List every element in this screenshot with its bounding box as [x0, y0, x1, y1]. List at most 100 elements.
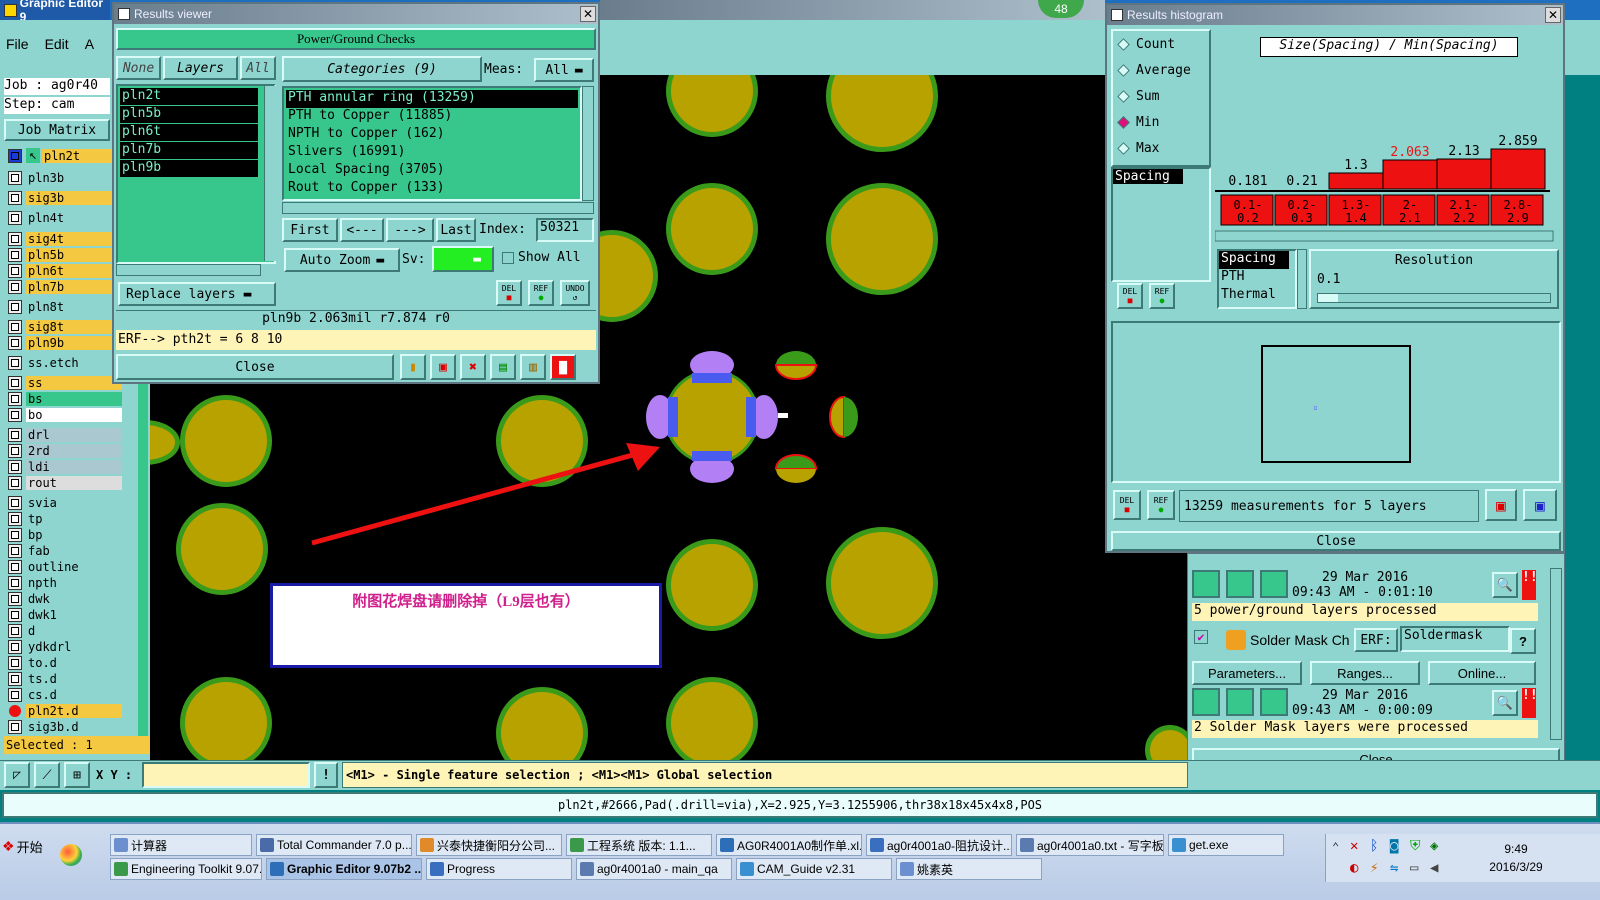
- histogram-list[interactable]: Spacing: [1111, 167, 1211, 282]
- layer-checkbox[interactable]: [8, 375, 22, 390]
- layers-button[interactable]: Layers: [163, 56, 238, 80]
- taskbar-item[interactable]: 姚素英: [896, 858, 1042, 880]
- layer-row[interactable]: dwk: [8, 591, 122, 606]
- prev-button[interactable]: <---: [340, 218, 384, 242]
- layer-row[interactable]: ss: [8, 375, 122, 390]
- app-tray-icon[interactable]: ◐: [1350, 860, 1358, 876]
- taskbar-item[interactable]: Progress: [426, 858, 572, 880]
- layer-checkbox[interactable]: [8, 687, 22, 702]
- layer-row[interactable]: ts.d: [8, 671, 122, 686]
- network-icon[interactable]: ◙: [1390, 838, 1398, 854]
- layer-checkbox[interactable]: [8, 170, 22, 185]
- bluetooth-icon[interactable]: ᛒ: [1370, 838, 1378, 854]
- layer-checkbox[interactable]: [8, 355, 22, 370]
- zoom-icon[interactable]: 🔍: [1492, 572, 1518, 598]
- layer-row[interactable]: pln4t: [8, 210, 122, 225]
- close-icon[interactable]: ✕: [580, 6, 596, 22]
- result-category-item[interactable]: PTH to Copper (11885): [286, 108, 578, 126]
- layer-row[interactable]: drl: [8, 427, 122, 442]
- result-layer-item[interactable]: pln2t: [120, 88, 258, 105]
- zoom-icon[interactable]: 🔍: [1492, 690, 1518, 716]
- layer-checkbox[interactable]: [8, 607, 22, 622]
- layer-checkbox[interactable]: [8, 407, 22, 422]
- categories-button[interactable]: Categories (9): [282, 56, 482, 82]
- layer-row[interactable]: pln3b: [8, 170, 122, 185]
- erf-button[interactable]: ERF:: [1354, 628, 1398, 652]
- first-button[interactable]: First: [282, 218, 338, 242]
- layer-row[interactable]: sig8t: [8, 319, 122, 334]
- layer-row[interactable]: pln8t: [8, 299, 122, 314]
- tray-expand-icon[interactable]: ⌃: [1332, 840, 1339, 854]
- layer-checkbox[interactable]: [8, 511, 22, 526]
- clock-time[interactable]: 9:49: [1486, 842, 1546, 856]
- layer-list-hscroll[interactable]: [116, 264, 261, 276]
- layer-row[interactable]: svia: [8, 495, 122, 510]
- del-button[interactable]: DEL ■: [496, 280, 522, 306]
- sv-color-dropdown[interactable]: ▬: [432, 246, 494, 272]
- tray-x-icon[interactable]: ✕: [1350, 838, 1358, 854]
- exclude-icon[interactable]: ✖: [460, 354, 486, 380]
- index-input[interactable]: 50321: [536, 218, 594, 242]
- aggregate-option[interactable]: Sum: [1113, 83, 1209, 109]
- shield-icon[interactable]: ⛨: [1410, 838, 1421, 854]
- taskbar-item[interactable]: 兴泰快捷衡阳分公司...: [416, 834, 562, 856]
- category-list-vscroll[interactable]: [582, 86, 594, 201]
- histogram-list-item[interactable]: Spacing: [1113, 169, 1183, 184]
- layer-row[interactable]: dwk1: [8, 607, 122, 622]
- menu-file[interactable]: File: [6, 36, 29, 58]
- online-button[interactable]: Online...: [1428, 661, 1536, 685]
- layer-checkbox[interactable]: [8, 495, 22, 510]
- taskbar-item[interactable]: Total Commander 7.0 p...: [256, 834, 412, 856]
- result-layer-item[interactable]: pln6t: [120, 124, 258, 141]
- results-viewer-titlebar[interactable]: Results viewer ✕: [114, 4, 598, 24]
- histogram-titlebar[interactable]: Results histogram ✕: [1107, 5, 1563, 25]
- taskbar-item[interactable]: Graphic Editor 9.07b2 ...: [266, 858, 422, 880]
- results-close-button[interactable]: Close: [116, 354, 394, 380]
- type-list-item[interactable]: PTH: [1219, 269, 1295, 287]
- taskbar-item[interactable]: ag0r4001a0.txt - 写字板: [1016, 834, 1164, 856]
- run-icon[interactable]: [1260, 688, 1288, 716]
- last-button[interactable]: Last: [436, 218, 476, 242]
- ref-button[interactable]: REF ●: [528, 280, 554, 306]
- grid-tool-icon[interactable]: ⊞: [64, 762, 90, 788]
- layer-row[interactable]: sig4t: [8, 231, 122, 246]
- xy-input[interactable]: [142, 762, 310, 788]
- layer-checkbox[interactable]: [8, 475, 22, 490]
- resolution-slider[interactable]: [1317, 293, 1551, 303]
- menu-edit[interactable]: Edit: [45, 36, 69, 58]
- histogram-icon[interactable]: ▇: [550, 354, 576, 380]
- layer-checkbox[interactable]: [8, 575, 22, 590]
- measure-tool-icon[interactable]: ⟋: [34, 762, 60, 788]
- layer-row[interactable]: tp: [8, 511, 122, 526]
- layer-list-vscroll[interactable]: [264, 86, 276, 261]
- hist-ref-button[interactable]: REF ●: [1149, 283, 1175, 309]
- layer-checkbox[interactable]: [8, 190, 22, 205]
- layer-row[interactable]: rout: [8, 475, 122, 490]
- run-icon[interactable]: [1192, 688, 1220, 716]
- hist-del-button[interactable]: DEL ■: [1117, 283, 1143, 309]
- notes-icon[interactable]: ▥: [520, 354, 546, 380]
- result-layer-item[interactable]: pln5b: [120, 106, 258, 123]
- layer-row[interactable]: sig3b.d: [8, 719, 122, 734]
- quicklaunch-icon[interactable]: [60, 844, 82, 866]
- count-icon[interactable]: ▤: [490, 354, 516, 380]
- auto-zoom-dropdown[interactable]: Auto Zoom ▬: [284, 248, 400, 272]
- layer-checkbox[interactable]: [8, 543, 22, 558]
- layer-checkbox[interactable]: [8, 719, 22, 734]
- layer-checkbox[interactable]: [8, 263, 22, 278]
- report-icon[interactable]: ▮: [400, 354, 426, 380]
- flash-tray-icon[interactable]: ⚡: [1370, 860, 1378, 876]
- layer-row[interactable]: cs.d: [8, 687, 122, 702]
- meas-dropdown[interactable]: All ▬: [534, 58, 594, 82]
- run-icon[interactable]: [1192, 570, 1220, 598]
- layer-row[interactable]: sig3b: [8, 190, 122, 205]
- result-layer-item[interactable]: pln7b: [120, 142, 258, 159]
- volume-icon[interactable]: ◀: [1430, 860, 1438, 876]
- layer-row[interactable]: pln2t.d: [8, 703, 122, 718]
- layer-checkbox[interactable]: [8, 231, 22, 246]
- layer-checkbox[interactable]: [8, 459, 22, 474]
- none-button[interactable]: None: [116, 56, 161, 80]
- layer-checkbox[interactable]: [8, 247, 22, 262]
- type-list[interactable]: Spacing PTH Thermal: [1217, 249, 1297, 309]
- aggregate-option[interactable]: Min: [1113, 109, 1209, 135]
